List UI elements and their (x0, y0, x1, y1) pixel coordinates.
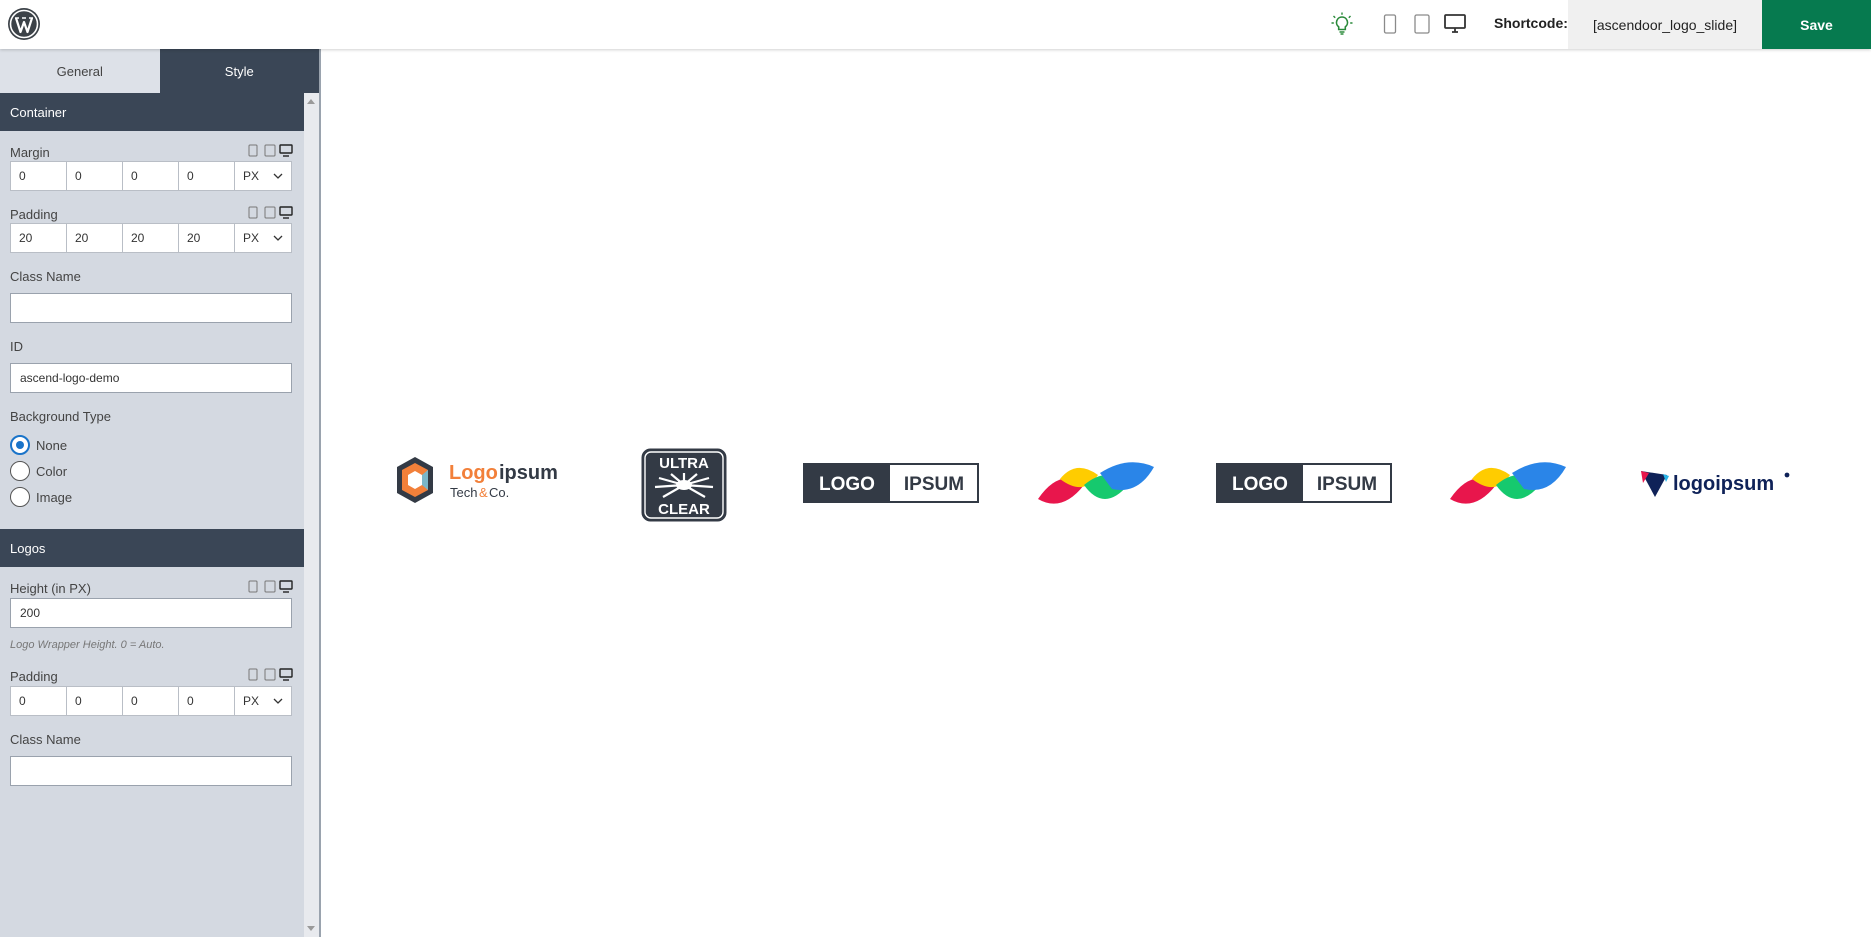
logo-wordmark-text: logoipsum (1673, 473, 1774, 495)
logo-text-b: ipsum (499, 462, 558, 484)
wordpress-logo-icon[interactable] (7, 7, 41, 41)
background-type-image[interactable]: Image (10, 487, 72, 507)
logo-item: ULTRA CLEAR (641, 448, 727, 522)
sidebar-tabs: General Style (0, 49, 319, 93)
margin-unit-select[interactable]: PX (234, 161, 292, 191)
radio-label: None (36, 437, 68, 453)
logo-tagline-a: Tech (450, 485, 477, 500)
margin-label: Margin (10, 145, 50, 160)
scroll-up-arrow-icon[interactable] (307, 99, 315, 104)
padding-bottom-input[interactable] (122, 223, 178, 253)
logo-text-a: Logo (449, 462, 498, 484)
logo-item: logoipsum (1641, 471, 1790, 497)
logo-item: LOGO IPSUM (803, 463, 979, 503)
shortcode-value[interactable]: [ascendoor_logo_slide] (1568, 0, 1762, 49)
color-leaves-logo-icon (1450, 462, 1566, 504)
responsive-toggle-icons[interactable] (248, 580, 293, 593)
padding-label: Padding (10, 207, 58, 222)
id-label: ID (10, 339, 23, 354)
margin-left-input[interactable] (178, 161, 234, 191)
radio-label: Image (36, 489, 73, 505)
chevron-down-icon (273, 173, 283, 179)
responsive-toggle-icons[interactable] (248, 206, 293, 219)
tab-general[interactable]: General (0, 49, 160, 93)
class-name-input[interactable] (10, 293, 292, 323)
shortcode-label: Shortcode: (1494, 15, 1568, 31)
chevron-down-icon (273, 235, 283, 241)
logos-padding-right-input[interactable] (66, 686, 122, 716)
padding-top-input[interactable] (10, 223, 66, 253)
logos-padding-inputs: PX (10, 686, 292, 716)
scroll-down-arrow-icon[interactable] (307, 926, 315, 931)
logos-class-name-input[interactable] (10, 756, 292, 786)
save-button[interactable]: Save (1762, 0, 1871, 49)
logos-padding-top-input[interactable] (10, 686, 66, 716)
chevron-down-icon (273, 698, 283, 704)
lightbulb-icon[interactable] (1331, 12, 1353, 36)
padding-unit-select[interactable]: PX (234, 223, 292, 253)
responsive-toggle-icons[interactable] (248, 144, 293, 157)
padding-left-input[interactable] (178, 223, 234, 253)
section-header-container[interactable]: Container (0, 93, 304, 131)
padding-inputs: PX (10, 223, 292, 253)
settings-sidebar: General Style Container Margin PX Paddin… (0, 49, 319, 937)
height-label: Height (in PX) (10, 581, 91, 596)
margin-right-input[interactable] (66, 161, 122, 191)
logos-padding-unit-value: PX (243, 694, 260, 708)
radio-button[interactable] (10, 461, 30, 481)
logos-padding-label: Padding (10, 669, 58, 684)
logos-padding-left-input[interactable] (178, 686, 234, 716)
top-bar: Shortcode: [ascendoor_logo_slide] Save (0, 0, 1871, 49)
sidebar-scrollbar[interactable] (304, 93, 319, 937)
margin-unit-value: PX (243, 169, 260, 183)
preview-canvas: Logo ipsum Tech & Co. ULTRA CLEAR LOGO I… (321, 49, 1871, 937)
background-type-label: Background Type (10, 409, 111, 424)
logo-tagline-b: Co. (489, 485, 509, 500)
radio-button-checked[interactable] (10, 435, 30, 455)
background-type-color[interactable]: Color (10, 461, 67, 481)
responsive-toggle-icons[interactable] (248, 668, 293, 681)
margin-top-input[interactable] (10, 161, 66, 191)
logo-item: LOGO IPSUM (1216, 463, 1392, 503)
padding-right-input[interactable] (66, 223, 122, 253)
logo-tagline-amp: & (479, 485, 488, 500)
logo-item: Logo ipsum Tech & Co. (397, 457, 558, 503)
class-name-label: Class Name (10, 269, 81, 284)
logo-box-left: LOGO (819, 474, 875, 495)
logo-line2: CLEAR (658, 501, 710, 518)
logos-padding-bottom-input[interactable] (122, 686, 178, 716)
radio-button[interactable] (10, 487, 30, 507)
tablet-device-icon[interactable] (1414, 14, 1430, 34)
radio-label: Color (36, 463, 68, 479)
padding-unit-value: PX (243, 231, 260, 245)
logo-line1: ULTRA (659, 455, 709, 472)
logo-box-right: IPSUM (1317, 474, 1377, 495)
mobile-device-icon[interactable] (1383, 14, 1397, 34)
logo-box-left: LOGO (1232, 474, 1288, 495)
logo-box-right: IPSUM (904, 474, 964, 495)
desktop-device-icon[interactable] (1444, 14, 1466, 34)
logos-padding-unit-select[interactable]: PX (234, 686, 292, 716)
background-type-none[interactable]: None (10, 435, 67, 455)
margin-bottom-input[interactable] (122, 161, 178, 191)
height-hint: Logo Wrapper Height. 0 = Auto. (10, 639, 165, 651)
section-header-logos[interactable]: Logos (0, 529, 304, 567)
height-input[interactable] (10, 598, 292, 628)
logos-class-name-label: Class Name (10, 732, 81, 747)
logo-slider: Logo ipsum Tech & Co. ULTRA CLEAR LOGO I… (321, 441, 1871, 537)
tab-style[interactable]: Style (159, 49, 319, 93)
color-leaves-logo-icon (1038, 462, 1154, 504)
margin-inputs: PX (10, 161, 292, 191)
id-input[interactable] (10, 363, 292, 393)
